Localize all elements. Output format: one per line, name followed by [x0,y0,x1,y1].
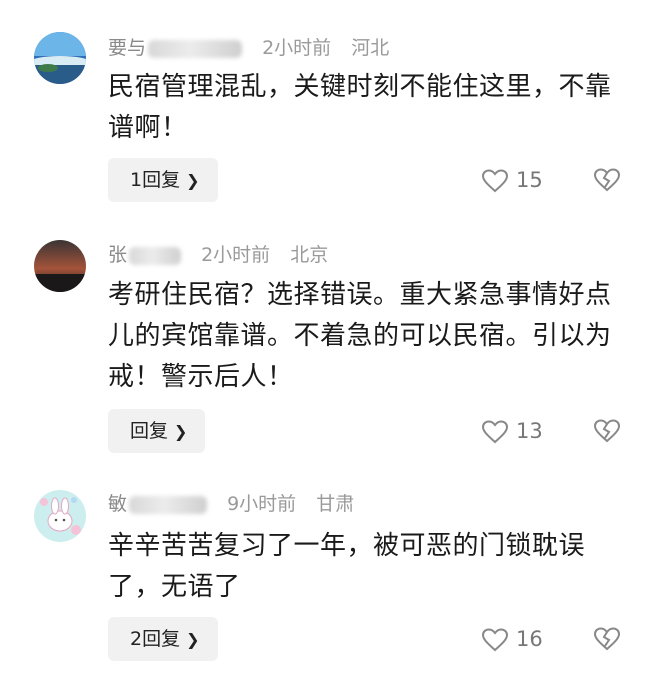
like-count: 13 [516,419,543,443]
chevron-right-icon: ❯ [186,171,200,190]
reply-count-label: 1回复 [130,169,181,191]
like-count: 16 [516,627,543,651]
view-replies-button[interactable]: 2回复 ❯ [108,617,218,661]
heart-outline-icon [481,169,509,193]
chevron-right-icon: ❯ [186,630,200,649]
comment-location: 北京 [290,244,329,266]
comment-meta: 敏 9小时前 甘肃 [108,490,368,518]
like-button[interactable]: 16 [481,617,543,661]
like-count: 15 [516,168,543,192]
username[interactable]: 要与 [108,37,243,59]
view-replies-button[interactable]: 1回复 ❯ [108,158,218,202]
chevron-right-icon: ❯ [174,422,188,441]
dislike-button[interactable] [594,158,620,202]
username[interactable]: 张 [108,244,182,266]
heart-outline-icon [481,628,509,652]
comment-location: 河北 [351,37,390,59]
like-button[interactable]: 13 [481,409,543,453]
avatar[interactable] [34,490,86,542]
comment-text: 辛辛苦苦复习了一年，被可恶的门锁耽误了，无语了 [108,531,586,602]
avatar[interactable] [34,32,86,84]
view-replies-button[interactable]: 回复 ❯ [108,409,206,453]
heart-outline-icon [481,420,509,444]
dislike-button[interactable] [594,409,620,453]
comment-time: 2小时前 [262,37,332,59]
avatar[interactable] [34,240,86,292]
comment-time: 2小时前 [201,244,271,266]
broken-heart-icon [594,627,620,651]
like-button[interactable]: 15 [481,158,543,202]
reply-count-label: 回复 [130,420,169,442]
comment-meta: 张 2小时前 北京 [108,241,342,269]
username[interactable]: 敏 [108,493,208,515]
reply-count-label: 2回复 [130,628,181,650]
comment-text: 考研住民宿？选择错误。重大紧急事情好点儿的宾馆靠谱。不着急的可以民宿。引以为戒！… [108,280,612,392]
broken-heart-icon [594,168,620,192]
broken-heart-icon [594,419,620,443]
comment-meta: 要与 2小时前 河北 [108,34,403,62]
comment-location: 甘肃 [316,493,355,515]
comment-text: 民宿管理混乱，关键时刻不能住这里，不靠谱啊！ [108,72,612,143]
dislike-button[interactable] [594,617,620,661]
comment-time: 9小时前 [227,493,297,515]
